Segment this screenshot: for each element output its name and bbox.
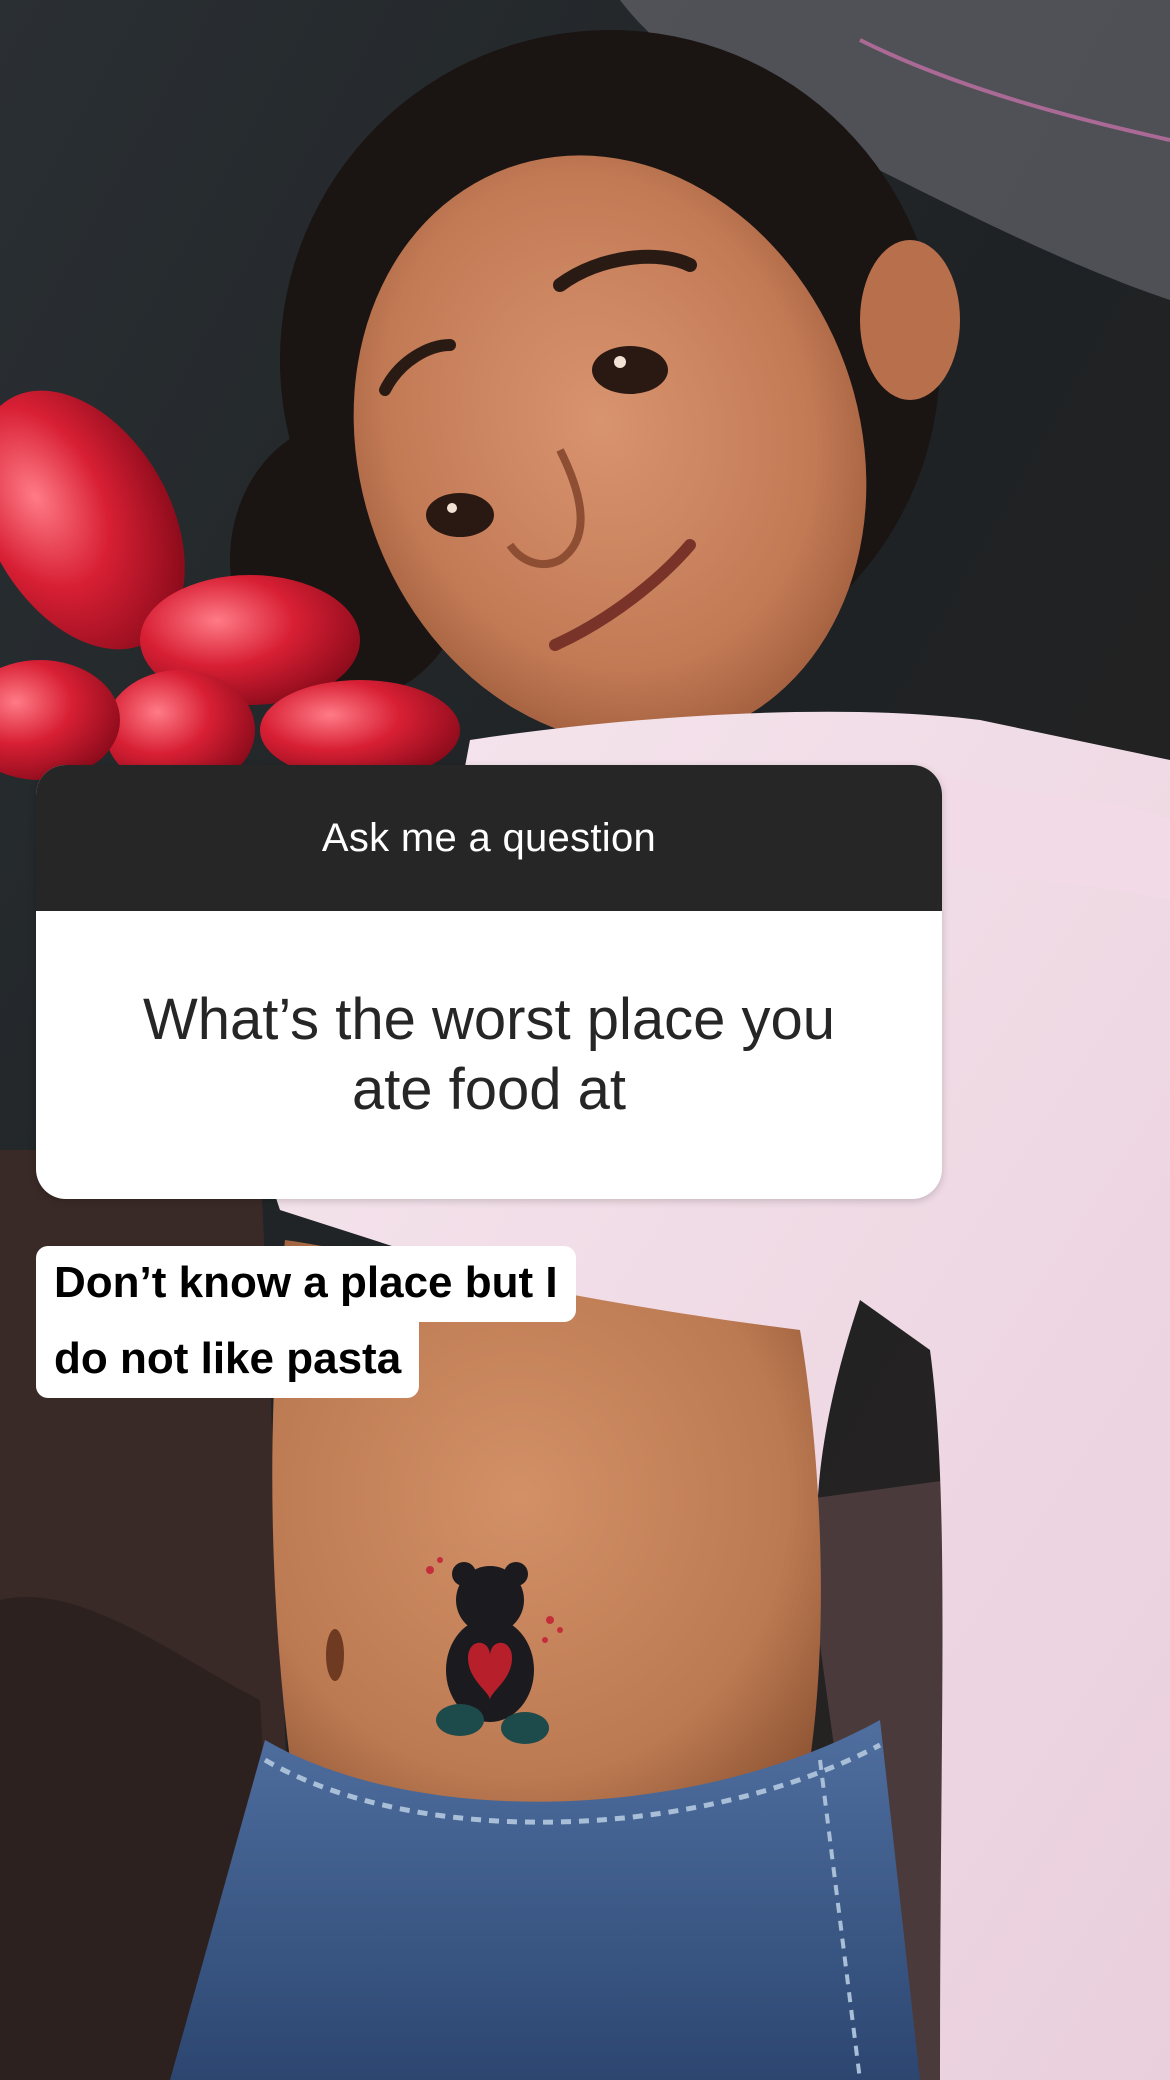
question-sticker-header: Ask me a question: [36, 765, 942, 911]
question-sticker-body: What’s the worst place you ate food at: [36, 911, 942, 1199]
answer-text-block: Don’t know a place but I do not like pas…: [36, 1246, 736, 1398]
story-viewer: Ask me a question What’s the worst place…: [0, 0, 1170, 2080]
question-sticker-title: Ask me a question: [321, 815, 657, 860]
question-text: What’s the worst place you ate food at: [142, 987, 836, 1122]
answer-line-2: do not like pasta: [36, 1322, 420, 1398]
answer-line-1: Don’t know a place but I: [36, 1246, 576, 1322]
question-sticker[interactable]: Ask me a question What’s the worst place…: [36, 765, 942, 1199]
